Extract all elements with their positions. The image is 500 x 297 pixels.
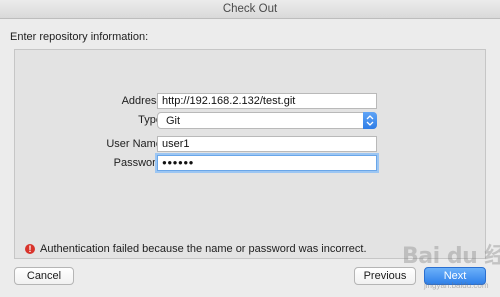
address-row: Address: http://192.168.2.132/test.git <box>15 93 487 110</box>
select-stepper-icon <box>363 112 377 129</box>
type-select-value: Git <box>166 115 181 127</box>
address-field[interactable]: http://192.168.2.132/test.git <box>157 93 377 109</box>
checkout-dialog: Check Out Enter repository information: … <box>0 0 500 297</box>
username-row: User Name: user1 <box>15 136 487 153</box>
password-field[interactable]: ●●●●●● <box>157 155 377 171</box>
username-field[interactable]: user1 <box>157 136 377 152</box>
error-icon <box>25 243 35 255</box>
password-row: Password: ●●●●●● <box>15 155 487 172</box>
repository-info-panel: Address: http://192.168.2.132/test.git T… <box>14 49 486 259</box>
window-title: Check Out <box>0 0 500 19</box>
type-select[interactable]: Git <box>157 112 377 129</box>
baidu-watermark: Bai du 经验 <box>402 244 500 269</box>
type-row: Type: Git <box>15 112 487 129</box>
intro-text: Enter repository information: <box>10 31 149 43</box>
error-message: Authentication failed because the name o… <box>40 243 367 255</box>
cancel-button[interactable]: Cancel <box>14 267 74 285</box>
baidu-watermark-url: jingyan.baidu.com <box>424 281 489 290</box>
